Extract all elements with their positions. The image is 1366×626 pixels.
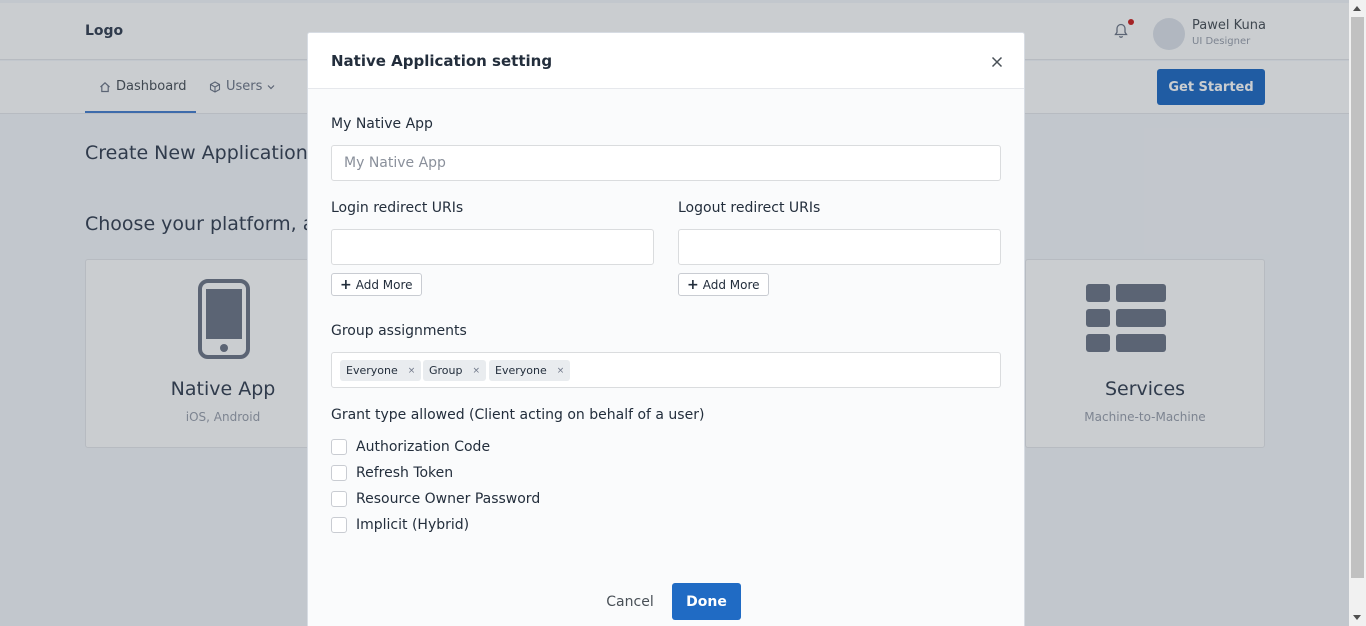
- group-tag: Everyone ×: [489, 360, 571, 381]
- checkbox-label: Resource Owner Password: [356, 491, 541, 507]
- plus-icon: +: [687, 276, 699, 293]
- grant-option-authorization-code[interactable]: Authorization Code: [331, 439, 490, 455]
- grant-option-resource-owner-password[interactable]: Resource Owner Password: [331, 491, 540, 507]
- cancel-button[interactable]: Cancel: [602, 584, 658, 620]
- add-more-label: Add More: [702, 277, 760, 292]
- tag-label: Everyone: [346, 364, 398, 377]
- checkbox[interactable]: [331, 439, 347, 455]
- checkbox[interactable]: [331, 517, 347, 533]
- app-name-input[interactable]: [331, 145, 1001, 181]
- checkbox[interactable]: [331, 465, 347, 481]
- add-more-label: Add More: [355, 277, 413, 292]
- scrollbar-thumb[interactable]: [1351, 17, 1364, 578]
- group-assignments-label: Group assignments: [331, 323, 467, 339]
- scroll-down-arrow-icon[interactable]: [1353, 615, 1361, 620]
- logout-redirect-label: Logout redirect URIs: [678, 200, 821, 216]
- plus-icon: +: [340, 276, 352, 293]
- native-app-settings-modal: Native Application setting My Native App…: [307, 32, 1025, 626]
- tag-remove-icon[interactable]: ×: [408, 366, 416, 376]
- logout-add-more-button[interactable]: + Add More: [678, 273, 769, 296]
- scroll-up-arrow-icon[interactable]: [1353, 6, 1361, 11]
- tag-remove-icon[interactable]: ×: [557, 366, 565, 376]
- logout-redirect-input[interactable]: [678, 229, 1001, 265]
- page-scrollbar[interactable]: [1349, 0, 1366, 626]
- group-tag: Everyone ×: [340, 360, 422, 381]
- login-add-more-button[interactable]: + Add More: [331, 273, 422, 296]
- group-tag: Group ×: [423, 360, 487, 381]
- app-name-label: My Native App: [331, 116, 433, 132]
- grant-option-refresh-token[interactable]: Refresh Token: [331, 465, 453, 481]
- modal-header: Native Application setting: [308, 33, 1024, 89]
- tag-label: Everyone: [495, 364, 547, 377]
- close-icon: [991, 56, 1003, 68]
- checkbox[interactable]: [331, 491, 347, 507]
- checkbox-label: Implicit (Hybrid): [356, 517, 470, 533]
- grant-type-label: Grant type allowed (Client acting on beh…: [331, 407, 705, 423]
- close-button[interactable]: [988, 53, 1006, 71]
- tag-remove-icon[interactable]: ×: [473, 366, 481, 376]
- checkbox-label: Refresh Token: [356, 465, 454, 481]
- modal-title: Native Application setting: [331, 52, 553, 70]
- done-button[interactable]: Done: [672, 583, 741, 620]
- group-assignments-input[interactable]: Everyone × Group × Everyone ×: [331, 352, 1001, 388]
- login-redirect-label: Login redirect URIs: [331, 200, 464, 216]
- tag-label: Group: [429, 364, 463, 377]
- grant-option-implicit-hybrid[interactable]: Implicit (Hybrid): [331, 517, 469, 533]
- login-redirect-input[interactable]: [331, 229, 654, 265]
- checkbox-label: Authorization Code: [356, 439, 491, 455]
